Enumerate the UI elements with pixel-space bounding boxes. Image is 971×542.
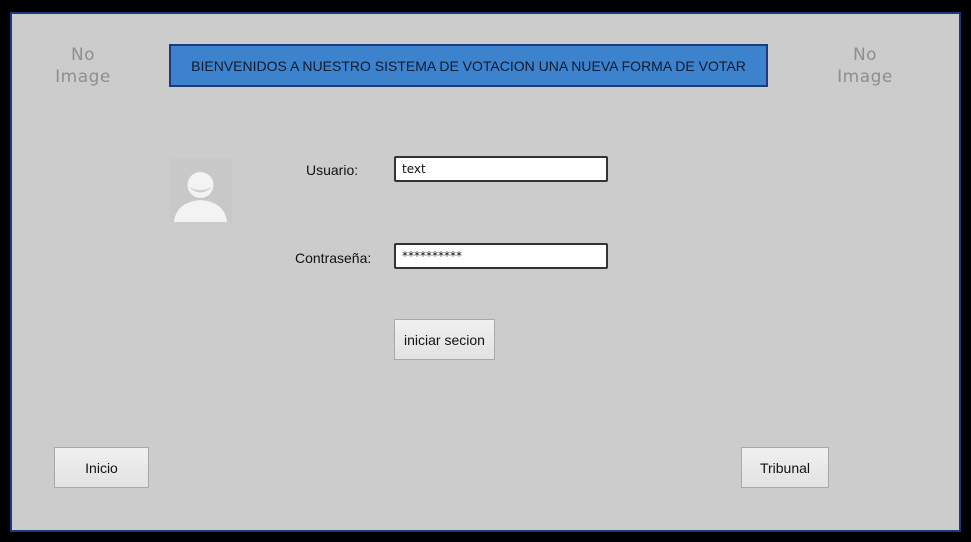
home-button-label: Inicio xyxy=(85,459,118,476)
tribunal-button[interactable]: Tribunal xyxy=(741,447,829,488)
left-placeholder-line1: No xyxy=(70,45,96,65)
right-image-placeholder: No Image xyxy=(830,44,900,88)
tribunal-button-label: Tribunal xyxy=(759,459,811,476)
left-image-placeholder: No Image xyxy=(48,44,118,88)
user-avatar-icon xyxy=(169,159,232,222)
username-label: Usuario: xyxy=(306,162,359,178)
right-placeholder-line1: No xyxy=(852,45,878,65)
welcome-banner-text: BIENVENIDOS A NUESTRO SISTEMA DE VOTACIO… xyxy=(191,57,746,74)
password-label: Contraseña: xyxy=(295,250,372,266)
right-placeholder-line2: Image xyxy=(837,67,893,87)
password-input[interactable]: ********** xyxy=(394,243,608,269)
username-input[interactable]: text xyxy=(394,156,608,182)
login-button[interactable]: iniciar secion xyxy=(394,319,495,360)
welcome-banner: BIENVENIDOS A NUESTRO SISTEMA DE VOTACIO… xyxy=(169,44,768,87)
login-button-label: iniciar secion xyxy=(404,331,485,348)
main-window: No Image BIENVENIDOS A NUESTRO SISTEMA D… xyxy=(10,12,961,532)
home-button[interactable]: Inicio xyxy=(54,447,149,488)
left-placeholder-line2: Image xyxy=(55,67,111,87)
